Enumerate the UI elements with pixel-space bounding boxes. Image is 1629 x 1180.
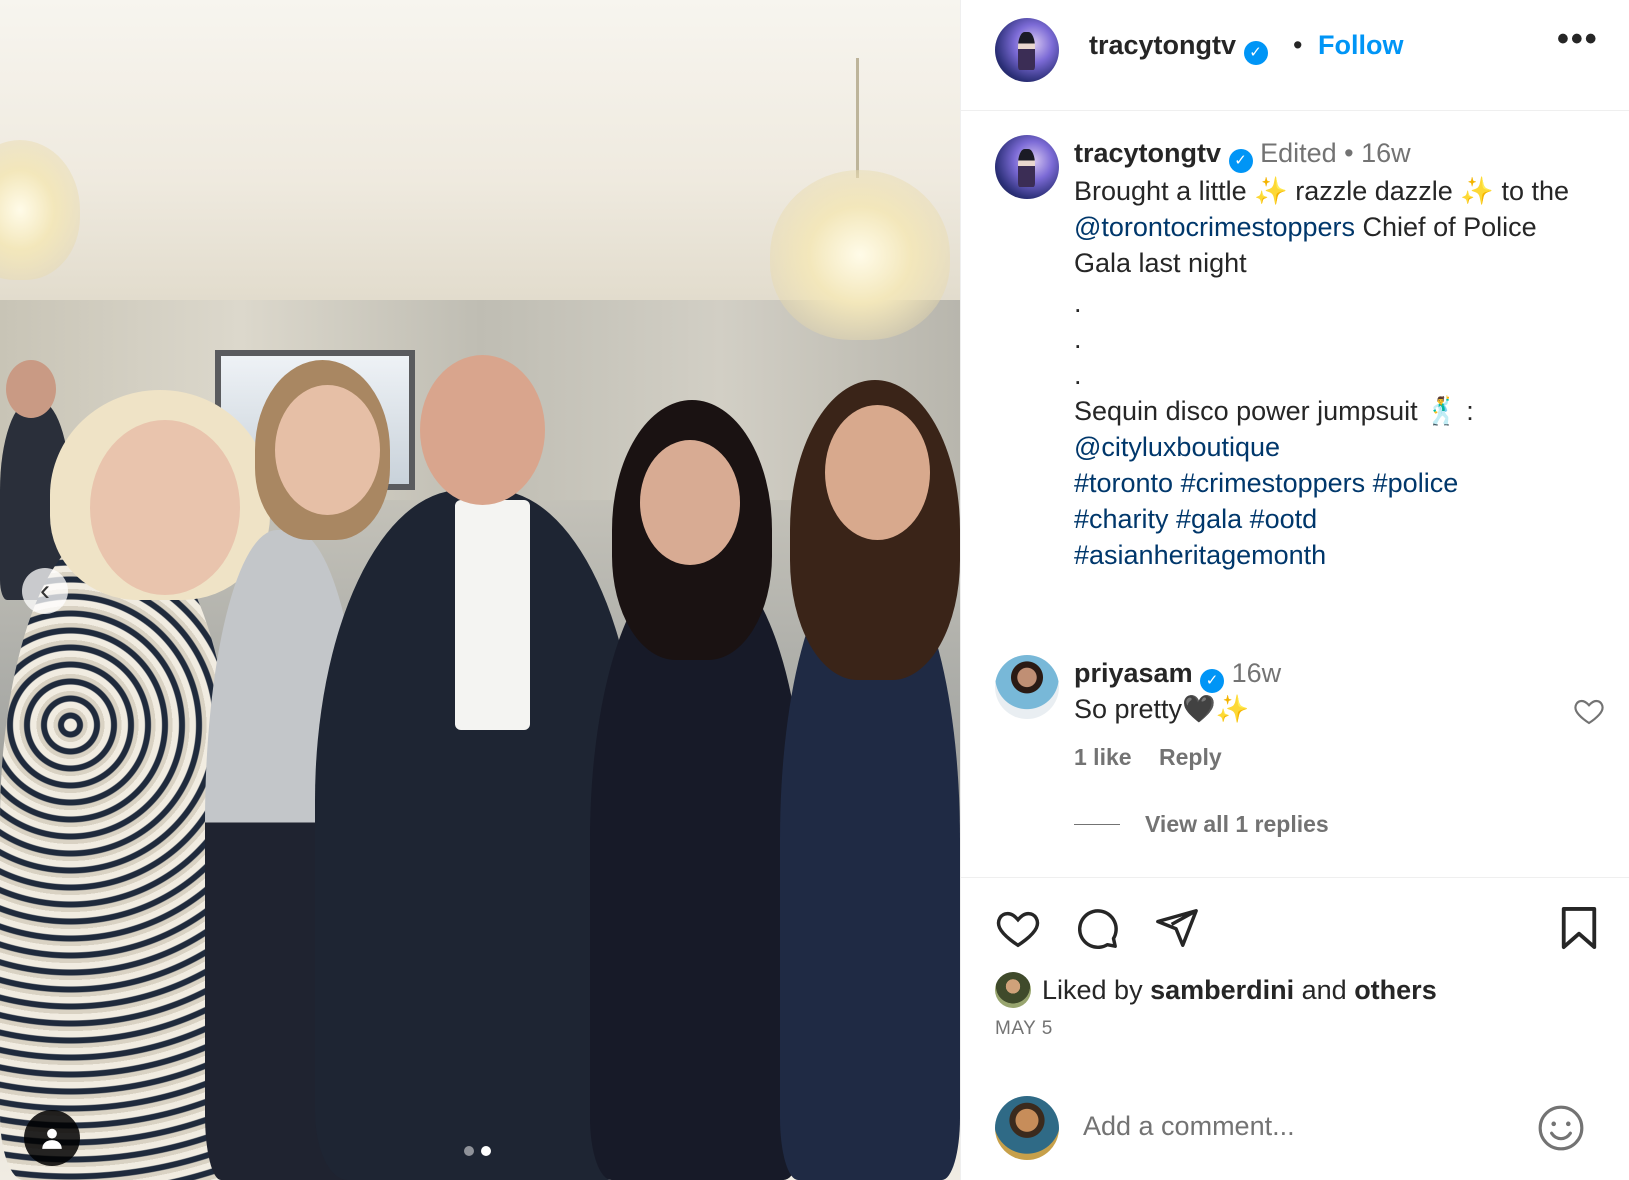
caption-line-1: Brought a little ✨ razzle dazzle ✨ to th…: [1074, 173, 1594, 281]
person-leopard-dress: [0, 530, 235, 1180]
uniform-shirt: [455, 500, 530, 730]
share-button[interactable]: [1154, 905, 1200, 956]
caption-line-2: Sequin disco power jumpsuit 🕺 :: [1074, 396, 1474, 426]
tagged-users-button[interactable]: [24, 1110, 80, 1166]
heart-icon: [1574, 699, 1604, 725]
replies-divider: [1074, 824, 1120, 825]
liker-username[interactable]: samberdini: [1150, 975, 1294, 1005]
commenter-avatar[interactable]: [995, 655, 1059, 719]
commenter-username[interactable]: priyasam: [1074, 658, 1193, 688]
caption-text: to the: [1493, 176, 1569, 206]
verified-badge-icon: ✓: [1200, 669, 1225, 693]
liked-by-middle: and: [1294, 975, 1355, 1005]
carousel-prev-button[interactable]: ‹: [22, 568, 68, 614]
post-date[interactable]: MAY 5: [995, 1018, 1053, 1040]
caption-dot: .: [1074, 324, 1082, 354]
person-head: [825, 405, 930, 540]
post-caption: tracytongtv ✓ Edited • 16w Brought a lit…: [1074, 135, 1594, 573]
edited-label: Edited: [1260, 138, 1337, 168]
hashtag-links[interactable]: #toronto #crimestoppers #police: [1074, 465, 1594, 501]
meta-separator: •: [1344, 138, 1354, 168]
user-icon: [42, 1128, 62, 1149]
caption-dot: .: [1074, 360, 1082, 390]
author-avatar[interactable]: [995, 18, 1059, 82]
carousel-dot: [464, 1146, 474, 1156]
save-button[interactable]: [1558, 905, 1600, 956]
comment-reply-button[interactable]: Reply: [1159, 744, 1222, 771]
person-head: [90, 420, 240, 595]
post-time[interactable]: 16w: [1361, 138, 1411, 168]
chandelier-right: [770, 170, 950, 340]
chandelier-chain: [856, 58, 859, 178]
heart-icon: [996, 911, 1040, 948]
background-guest-head: [6, 360, 56, 418]
post-photo[interactable]: ‹: [0, 0, 960, 1180]
caption-author-avatar[interactable]: [995, 135, 1059, 199]
author-username[interactable]: tracytongtv ✓: [1089, 30, 1268, 65]
emoji-picker-button[interactable]: [1536, 1103, 1586, 1158]
current-user-avatar: [995, 1096, 1059, 1160]
caption-text: razzle dazzle: [1287, 176, 1461, 206]
caption-username[interactable]: tracytongtv: [1074, 138, 1221, 168]
post-sidebar: tracytongtv ✓ • Follow ••• tracytongtv ✓…: [960, 0, 1629, 1180]
verified-badge-icon: ✓: [1243, 41, 1268, 65]
view-replies-button[interactable]: View all 1 replies: [1145, 811, 1329, 838]
share-icon: [1156, 909, 1198, 947]
smiley-icon: [1538, 1105, 1584, 1151]
liked-by-prefix: Liked by: [1042, 975, 1151, 1005]
person-head: [275, 385, 380, 515]
person-head: [420, 355, 545, 505]
chevron-left-icon: ‹: [40, 574, 50, 607]
section-divider: [961, 877, 1629, 878]
likes-others-button[interactable]: others: [1354, 975, 1437, 1005]
more-options-button[interactable]: •••: [1557, 20, 1599, 59]
caption-dot: .: [1074, 288, 1082, 318]
comment-icon: [1077, 909, 1118, 950]
bookmark-icon: [1561, 907, 1597, 949]
comment-text: So pretty🖤✨: [1074, 694, 1250, 724]
post-header: tracytongtv ✓ • Follow •••: [961, 0, 1629, 111]
person-head: [640, 440, 740, 565]
comment-button[interactable]: [1074, 905, 1120, 956]
follow-button[interactable]: Follow: [1318, 30, 1403, 61]
verified-badge-icon: ✓: [1228, 149, 1253, 173]
hashtag-links[interactable]: #asianheritagemonth: [1074, 537, 1594, 573]
liker-avatar[interactable]: [995, 972, 1031, 1008]
header-separator: •: [1293, 30, 1303, 60]
caption-text: Brought a little: [1074, 176, 1255, 206]
comment-input[interactable]: [1083, 1100, 1513, 1152]
like-button[interactable]: [995, 905, 1041, 956]
hashtag-links[interactable]: #charity #gala #ootd: [1074, 501, 1594, 537]
comment-time[interactable]: 16w: [1232, 658, 1282, 688]
liked-by-text: Liked by samberdini and others: [1042, 975, 1437, 1006]
comment-like-button[interactable]: [1573, 695, 1605, 732]
sparkle-emoji: ✨: [1460, 176, 1494, 206]
carousel-dots: [464, 1146, 491, 1156]
mention-link[interactable]: @torontocrimestoppers: [1074, 212, 1355, 242]
comment-header: priyasam ✓ 16w: [1074, 655, 1281, 693]
comment-like-count[interactable]: 1 like: [1074, 744, 1132, 771]
sparkle-emoji: ✨: [1254, 176, 1288, 206]
author-username-text[interactable]: tracytongtv: [1089, 30, 1236, 60]
mention-link[interactable]: @cityluxboutique: [1074, 432, 1280, 462]
carousel-dot-active: [481, 1146, 491, 1156]
